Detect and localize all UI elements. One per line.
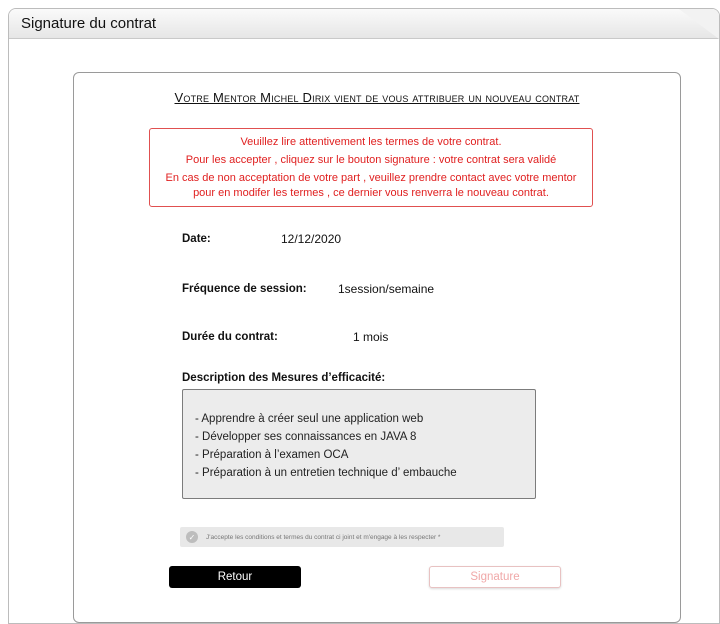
window-titlebar: Signature du contrat — [9, 9, 719, 39]
description-box: - Apprendre à créer seul une application… — [182, 389, 536, 499]
description-item: - Préparation à un entretien technique d… — [195, 467, 457, 479]
check-circle-icon[interactable]: ✓ — [186, 531, 198, 543]
contract-card: Votre Mentor Michel Dirix vient de vous … — [73, 72, 681, 623]
warning-box: Veuillez lire attentivement les termes d… — [149, 128, 593, 207]
warning-line: En cas de non acceptation de votre part … — [165, 172, 577, 184]
window-title: Signature du contrat — [21, 15, 157, 32]
warning-line: pour en modifer les termes , ce dernier … — [193, 187, 549, 199]
accept-terms-label: J'accepte les conditions et termes du co… — [206, 533, 441, 541]
date-label: Date: — [182, 233, 211, 245]
titlebar-corner-decoration — [679, 9, 719, 39]
description-item: - Développer ses connaissances en JAVA 8 — [195, 431, 417, 443]
back-button[interactable]: Retour — [169, 566, 301, 588]
contract-window: Signature du contrat Votre Mentor Michel… — [8, 8, 720, 624]
frequency-label: Fréquence de session: — [182, 283, 307, 295]
signature-button[interactable]: Signature — [429, 566, 561, 588]
date-value: 12/12/2020 — [281, 232, 342, 246]
description-item: - Apprendre à créer seul une application… — [195, 413, 424, 425]
description-label: Description des Mesures d’efficacité: — [182, 372, 386, 384]
accept-terms-checkbox[interactable]: ✓ J'accepte les conditions et termes du … — [180, 527, 504, 547]
warning-line: Veuillez lire attentivement les termes d… — [240, 136, 502, 148]
frequency-value: 1session/semaine — [338, 282, 435, 296]
duration-value: 1 mois — [353, 330, 389, 344]
duration-label: Durée du contrat: — [182, 331, 278, 343]
contract-heading: Votre Mentor Michel Dirix vient de vous … — [174, 90, 580, 105]
description-item: - Préparation à l’examen OCA — [195, 449, 349, 461]
warning-line: Pour les accepter , cliquez sur le bouto… — [185, 154, 557, 166]
